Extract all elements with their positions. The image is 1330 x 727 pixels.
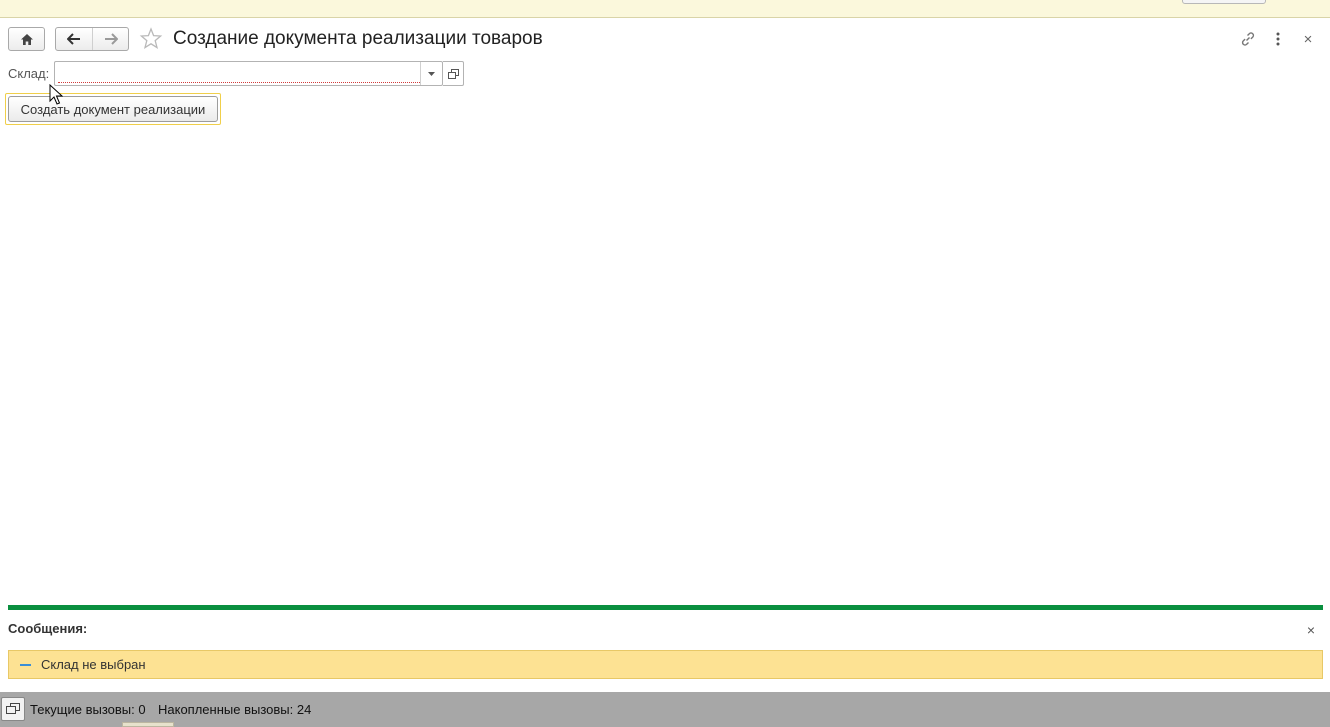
- more-vertical-icon: [1276, 32, 1280, 46]
- page-title: Создание документа реализации товаров: [173, 28, 543, 49]
- top-strip-button[interactable]: [1182, 0, 1266, 4]
- messages-title: Сообщения:: [8, 621, 88, 636]
- favorite-button[interactable]: [139, 27, 163, 51]
- open-window-icon: [447, 68, 459, 79]
- history-nav: [55, 27, 129, 51]
- chevron-down-icon: [428, 71, 435, 76]
- link-icon: [1241, 32, 1255, 46]
- close-icon: ×: [1306, 622, 1316, 638]
- arrow-left-icon: [67, 33, 80, 45]
- warehouse-open-button[interactable]: [443, 61, 464, 86]
- warehouse-input[interactable]: [58, 64, 420, 83]
- current-calls: Текущие вызовы: 0: [30, 702, 146, 717]
- accumulated-calls: Накопленные вызовы: 24: [158, 702, 312, 717]
- windows-icon: [6, 703, 20, 714]
- warehouse-dropdown-button[interactable]: [420, 62, 442, 85]
- more-button[interactable]: [1268, 29, 1288, 49]
- message-item[interactable]: Склад не выбран: [8, 650, 1323, 679]
- forward-button[interactable]: [92, 28, 128, 50]
- message-marker-icon: [20, 663, 31, 666]
- arrow-right-icon: [104, 33, 118, 45]
- home-button[interactable]: [8, 27, 45, 51]
- warehouse-field: [54, 61, 443, 86]
- mouse-cursor-icon: [49, 84, 63, 105]
- messages-close-button[interactable]: ×: [1302, 621, 1320, 639]
- message-text: Склад не выбран: [41, 657, 146, 672]
- link-button[interactable]: [1238, 29, 1258, 49]
- close-button[interactable]: ×: [1298, 29, 1318, 49]
- messages-separator: [8, 605, 1323, 610]
- warehouse-label: Склад:: [8, 66, 50, 81]
- star-icon: [139, 27, 163, 50]
- status-bar: Текущие вызовы: 0 Накопленные вызовы: 24: [0, 692, 1330, 727]
- back-button[interactable]: [56, 28, 92, 50]
- close-icon: ×: [1303, 30, 1313, 48]
- taskbar-tab[interactable]: [122, 722, 174, 727]
- home-icon: [20, 33, 33, 45]
- status-windows-button[interactable]: [1, 697, 25, 721]
- create-document-button[interactable]: Создать документ реализации: [8, 96, 218, 122]
- top-strip: [0, 0, 1330, 18]
